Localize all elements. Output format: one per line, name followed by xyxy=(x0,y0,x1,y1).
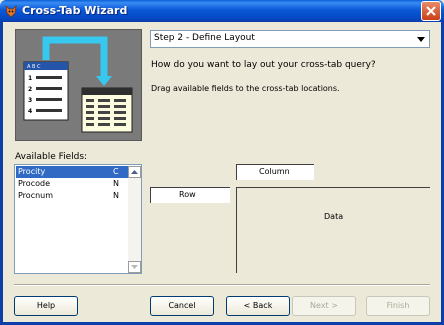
illustration-row-number: 4 xyxy=(28,108,32,115)
title-bar: Cross-Tab Wizard xyxy=(0,0,444,22)
scroll-down-button[interactable] xyxy=(128,261,141,273)
chevron-down-icon xyxy=(417,36,425,42)
help-button[interactable]: Help xyxy=(14,296,78,316)
scroll-up-button[interactable] xyxy=(128,166,141,178)
illustration-row-number: 1 xyxy=(28,75,32,82)
illustration-header-text: A B C xyxy=(27,64,41,70)
finish-button[interactable]: Finish xyxy=(366,296,430,316)
field-type: N xyxy=(113,191,119,200)
field-item-procnum[interactable]: Procnum N xyxy=(16,190,128,202)
field-item-procity[interactable]: Procity C xyxy=(16,166,128,178)
column-drop-zone[interactable]: Column xyxy=(236,164,314,180)
back-button[interactable]: < Back xyxy=(226,296,290,316)
available-fields-label: Available Fields: xyxy=(15,152,88,162)
chevron-down-icon xyxy=(131,265,138,269)
window-frame-left xyxy=(0,22,3,325)
close-icon xyxy=(426,6,436,16)
available-fields-list[interactable]: Procity C Procode N Procnum N xyxy=(14,164,142,274)
cancel-button[interactable]: Cancel xyxy=(150,296,214,316)
data-label: Data xyxy=(324,212,344,221)
data-drop-zone[interactable] xyxy=(236,187,430,273)
field-name: Procode xyxy=(18,179,50,188)
wizard-illustration: A B C 1 2 3 4 xyxy=(15,29,142,141)
row-drop-zone[interactable]: Row xyxy=(150,187,230,203)
field-type: C xyxy=(113,167,119,176)
fields-scrollbar[interactable] xyxy=(128,166,141,273)
field-name: Procity xyxy=(18,167,46,176)
column-label: Column xyxy=(259,167,290,176)
field-item-procode[interactable]: Procode N xyxy=(16,178,128,190)
button-separator xyxy=(14,284,430,286)
illustration-row-number: 2 xyxy=(28,86,32,93)
field-name: Procnum xyxy=(18,191,54,200)
row-label: Row xyxy=(179,190,196,199)
crosstab-layout-image: A B C 1 2 3 4 xyxy=(23,36,133,133)
illustration-row-number: 3 xyxy=(28,97,32,104)
close-button[interactable] xyxy=(421,1,441,21)
next-button[interactable]: Next > xyxy=(292,296,356,316)
field-type: N xyxy=(113,179,119,188)
chevron-up-icon xyxy=(131,170,138,174)
step-dropdown[interactable]: Step 2 - Define Layout xyxy=(150,30,430,48)
step-dropdown-button[interactable] xyxy=(414,32,428,46)
layout-question: How do you want to lay out your cross-ta… xyxy=(151,60,376,70)
step-dropdown-value: Step 2 - Define Layout xyxy=(154,33,255,43)
window-title: Cross-Tab Wizard xyxy=(22,4,128,17)
wizard-fox-icon xyxy=(5,4,17,18)
layout-instruction: Drag available fields to the cross-tab l… xyxy=(151,84,340,93)
